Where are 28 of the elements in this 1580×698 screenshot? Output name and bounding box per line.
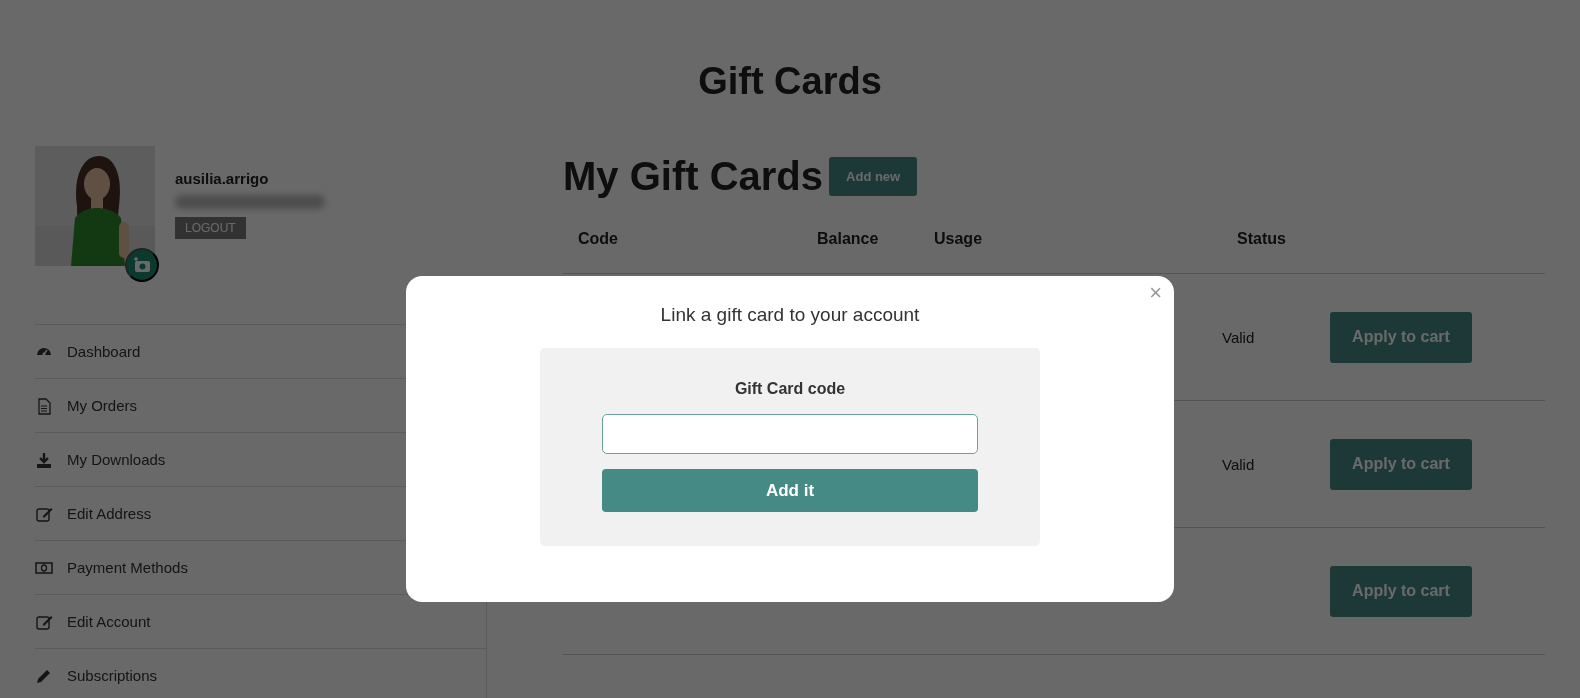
field-label: Gift Card code <box>734 380 846 398</box>
menu-item[interactable]: My Downloads <box>67 451 166 468</box>
username: ausilia.arrigo <box>175 170 269 187</box>
status-cell-text: Valid <box>1222 455 1256 473</box>
gift-card-code-field[interactable] <box>602 414 978 454</box>
section-title: My Gift Cards <box>563 153 824 199</box>
menu-item[interactable]: Dashboard <box>67 343 141 360</box>
add-it-button[interactable]: Add it <box>602 469 978 512</box>
apply-to-cart-button[interactable]: Apply to cart <box>1330 565 1472 617</box>
apply-to-cart-button[interactable]: Apply to cart <box>1330 311 1472 363</box>
column-header: Code <box>577 229 619 249</box>
menu-item[interactable]: My Orders <box>67 397 137 414</box>
menu-item[interactable]: Subscriptions <box>67 667 158 684</box>
menu-item[interactable]: Edit Address <box>67 505 152 522</box>
page-title: Gift Cards <box>697 59 883 104</box>
apply-to-cart-button[interactable]: Apply to cart <box>1330 438 1472 490</box>
camera-icon[interactable] <box>125 248 159 282</box>
modal-title: Link a gift card to your account <box>660 304 920 326</box>
close-button[interactable]: × <box>1149 280 1162 306</box>
column-header: Usage <box>933 229 984 249</box>
column-header: Balance <box>816 229 880 249</box>
menu-icon <box>35 450 53 469</box>
add-new-button[interactable]: Add new <box>829 156 918 196</box>
menu-icon <box>35 396 53 415</box>
column-header: Status <box>1236 229 1287 249</box>
status-cell-text: Valid <box>1222 328 1256 346</box>
menu-item[interactable]: Edit Account <box>67 613 151 630</box>
menu-item[interactable]: Payment Methods <box>67 559 188 576</box>
